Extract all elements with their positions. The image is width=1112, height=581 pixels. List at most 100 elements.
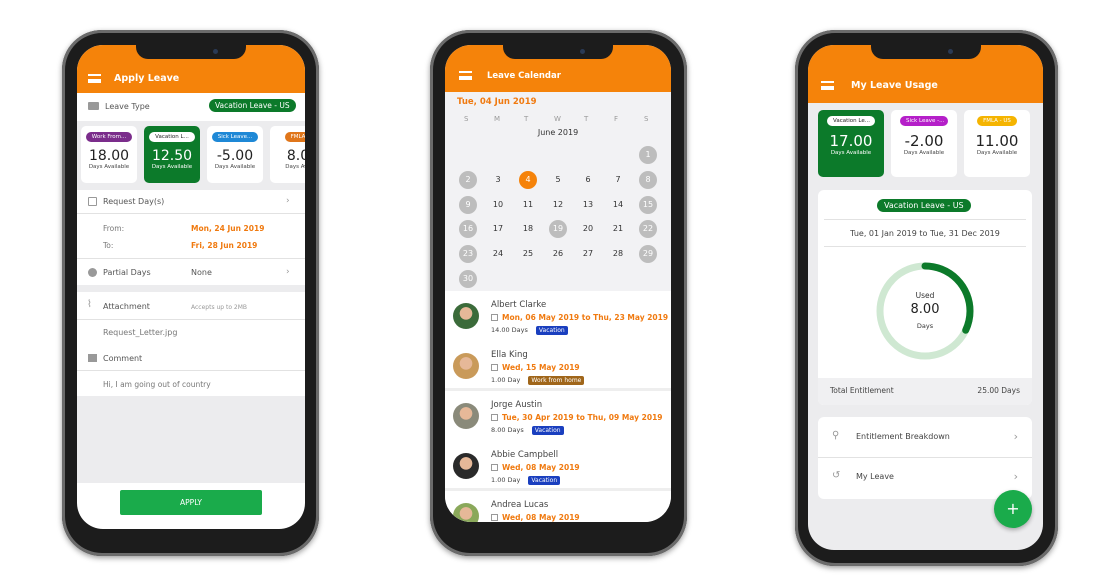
calendar-day[interactable]: 19: [549, 220, 567, 239]
calendar-day[interactable]: 2: [459, 170, 477, 189]
leave-usage-screen: My Leave Usage Vacation Le... 17.00 Days A…: [808, 45, 1043, 550]
leave-type-tag: Vacation: [535, 326, 568, 335]
from-label: From:: [103, 224, 125, 233]
calendar-day[interactable]: 15: [639, 195, 657, 214]
calendar-day[interactable]: 28: [609, 245, 627, 263]
leave-type-selector[interactable]: Vacation Leave - US: [209, 99, 296, 112]
calendar-day[interactable]: 25: [519, 245, 537, 263]
calendar-day[interactable]: 1: [639, 146, 657, 164]
days-available-label: Days Available: [976, 150, 1018, 156]
attachment-file[interactable]: Request_Letter.jpg: [103, 328, 177, 337]
leave-duration: 1.00 Day: [491, 376, 521, 384]
chevron-right-icon: ›: [286, 267, 290, 277]
leave-card[interactable]: FMLA 8.0Days Ava: [270, 126, 305, 183]
phone-apply-leave: Apply Leave Leave Type Vacation Leave - …: [62, 30, 319, 556]
leave-list-item[interactable]: Andrea Lucas Wed, 08 May 2019: [445, 491, 671, 522]
leave-duration: 8.00 Days: [491, 426, 524, 434]
menu-item-entitlement-breakdown[interactable]: ⚲ Entitlement Breakdown ›: [818, 417, 1032, 457]
leave-meta: 8.00 Days Vacation: [491, 426, 564, 435]
calendar-day[interactable]: 7: [609, 171, 627, 189]
leave-type-chip: FMLA - US: [977, 116, 1017, 126]
leave-list-item[interactable]: Albert Clarke Mon, 06 May 2019 to Thu, 23…: [445, 291, 671, 341]
leave-card[interactable]: FMLA - US 11.00 Days Available: [964, 110, 1030, 177]
calendar-day[interactable]: 4: [519, 170, 537, 189]
leave-card[interactable]: Sick Leave... -5.00 Days Available: [207, 126, 263, 183]
attachment-label: Attachment: [103, 302, 150, 311]
avatar: [453, 303, 479, 329]
chevron-right-icon: ›: [1013, 470, 1018, 483]
leave-list-item[interactable]: Jorge Austin Tue, 30 Apr 2019 to Thu, 09 …: [445, 391, 671, 441]
days-available-value: -5.00: [216, 148, 254, 164]
avatar: [453, 503, 479, 522]
calendar-icon: [491, 414, 498, 421]
page-title: Apply Leave: [114, 73, 180, 84]
partial-days-value[interactable]: None: [191, 268, 212, 277]
calendar-day[interactable]: 6: [579, 171, 597, 189]
calendar-day[interactable]: 17: [489, 220, 507, 238]
calendar-day[interactable]: 13: [579, 196, 597, 214]
apply-button[interactable]: APPLY: [120, 490, 262, 515]
calendar-day[interactable]: 12: [549, 196, 567, 214]
leave-type-tag: Work from home: [528, 376, 585, 385]
calendar-day[interactable]: 20: [579, 220, 597, 238]
calendar-day[interactable]: 24: [489, 245, 507, 263]
hierarchy-icon: ⚲: [832, 430, 840, 441]
calendar-day[interactable]: 5: [549, 171, 567, 189]
days-available-value: 8.0: [286, 148, 305, 164]
leave-type-chip: FMLA: [284, 132, 305, 142]
calendar-day[interactable]: 29: [639, 245, 657, 264]
calendar-icon: [491, 364, 498, 371]
add-leave-fab[interactable]: +: [994, 490, 1032, 528]
leave-type-chip: Vacation Le...: [827, 116, 875, 126]
leave-duration: 1.00 Day: [491, 476, 521, 484]
notch: [136, 45, 246, 59]
calendar-icon: [491, 464, 498, 471]
days-available-label: Days Available: [830, 150, 872, 156]
menu-icon[interactable]: [88, 74, 101, 83]
leave-list-item[interactable]: Ella King Wed, 15 May 2019 1.00 Day Work fr…: [445, 341, 671, 391]
request-days-row[interactable]: Request Day(s): [103, 197, 164, 206]
calendar-day[interactable]: 11: [519, 196, 537, 214]
notch: [870, 45, 981, 59]
calendar-day[interactable]: 27: [579, 245, 597, 263]
calendar-day[interactable]: 23: [459, 245, 477, 264]
comment-input[interactable]: Hi, I am going out of country: [103, 380, 211, 389]
calendar-day[interactable]: 30: [459, 270, 477, 288]
calendar-day[interactable]: 3: [489, 171, 507, 189]
leave-cards-strip: Work From... 18.00 Days Available Vacation …: [77, 121, 305, 190]
calendar-day[interactable]: 10: [489, 196, 507, 214]
menu-item-label: My Leave: [856, 472, 894, 481]
leave-list-item[interactable]: Abbie Campbell Wed, 08 May 2019 1.00 Day Va…: [445, 441, 671, 491]
leave-meta: 14.00 Days Vacation: [491, 326, 568, 335]
calendar-day[interactable]: 8: [639, 170, 657, 189]
calendar-day[interactable]: 16: [459, 220, 477, 239]
menu-icon[interactable]: [821, 81, 834, 90]
calendar-day[interactable]: 21: [609, 220, 627, 238]
leave-type-chip[interactable]: Vacation Leave - US: [877, 199, 971, 212]
calendar-day[interactable]: 22: [639, 220, 657, 239]
leave-card[interactable]: Vacation Le... 17.00 Days Available: [818, 110, 884, 177]
menu-item-my-leave[interactable]: ↺ My Leave ›: [818, 458, 1032, 498]
weekday-label: T: [584, 115, 589, 123]
to-date[interactable]: Fri, 28 Jun 2019: [191, 241, 257, 250]
days-available-value: 12.50: [151, 148, 193, 164]
chevron-right-icon: ›: [286, 196, 290, 206]
leave-duration: 14.00 Days: [491, 326, 528, 334]
menu-item-label: Entitlement Breakdown: [856, 432, 950, 441]
leave-card[interactable]: Sick Leave -... -2.00 Days Available: [891, 110, 957, 177]
leave-type-chip: Vacation L...: [149, 132, 195, 142]
calendar-day[interactable]: 18: [519, 220, 537, 238]
employee-name: Albert Clarke: [491, 300, 547, 310]
leave-card[interactable]: Work From... 18.00 Days Available: [81, 126, 137, 183]
days-available-label: Days Available: [903, 150, 945, 156]
calendar-day[interactable]: 9: [459, 195, 477, 214]
leave-dates: Tue, 30 Apr 2019 to Thu, 09 May 2019: [502, 413, 663, 422]
weekday-label: S: [644, 115, 649, 123]
calendar-day[interactable]: 26: [549, 245, 567, 263]
from-date[interactable]: Mon, 24 Jun 2019: [191, 224, 264, 233]
leave-card[interactable]: Vacation L... 12.50 Days Available: [144, 126, 200, 183]
usage-summary-card: Vacation Leave - US Tue, 01 Jan 2019 to …: [818, 190, 1032, 405]
total-entitlement-label: Total Entitlement: [830, 386, 894, 395]
calendar-day[interactable]: 14: [609, 196, 627, 214]
weekday-label: F: [614, 115, 619, 123]
